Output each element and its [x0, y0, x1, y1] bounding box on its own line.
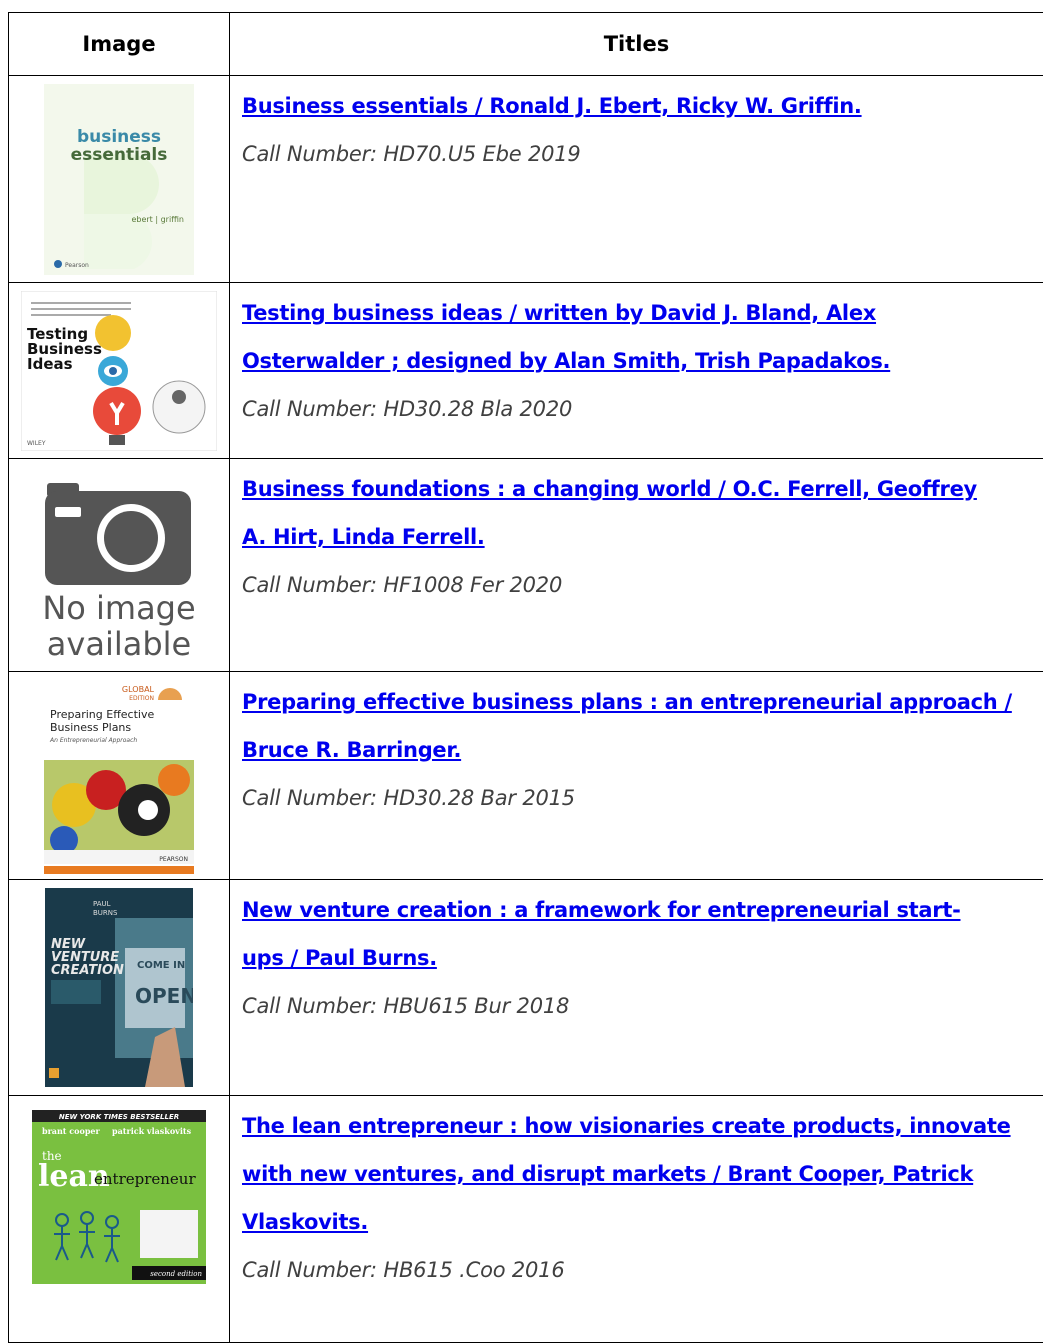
cover-text: patrick vlaskovits: [112, 1126, 192, 1136]
title-cell: Business foundations : a changing world …: [230, 459, 1043, 672]
cover-text: OPEN: [135, 984, 193, 1008]
book-title-link[interactable]: The lean entrepreneur : how visionaries …: [242, 1102, 1042, 1246]
cover-text: Ideas: [27, 355, 73, 373]
cover-cell: business essentials ebert | griffin Pear…: [9, 76, 230, 283]
book-title-link[interactable]: Business foundations : a changing world …: [242, 465, 1002, 561]
book-title-link[interactable]: New venture creation : a framework for e…: [242, 886, 982, 982]
table-row: COME IN OPEN PAUL BURNS NEW VENTURE CREA…: [9, 880, 1043, 1096]
cover-text: No image: [42, 589, 195, 627]
cover-text: Business Plans: [50, 721, 131, 734]
table-row: business essentials ebert | griffin Pear…: [9, 76, 1043, 283]
camera-icon: [45, 483, 191, 585]
cover-cell: NEW YORK TIMES BESTSELLER brant cooper p…: [9, 1096, 230, 1343]
cover-text: ebert | griffin: [131, 215, 184, 224]
book-cover-new-venture-creation[interactable]: COME IN OPEN PAUL BURNS NEW VENTURE CREA…: [45, 888, 193, 1087]
book-title-link[interactable]: Business essentials / Ronald J. Ebert, R…: [242, 94, 862, 118]
book-title-link[interactable]: Preparing effective business plans : an …: [242, 678, 1037, 774]
call-number: Call Number: HD30.28 Bar 2015: [242, 786, 575, 810]
no-image-placeholder: No image available: [19, 469, 219, 665]
cover-text: business: [77, 127, 161, 147]
book-cover-testing-business-ideas[interactable]: Testing Business Ideas WILEY: [21, 291, 217, 451]
cover-cell: No image available: [9, 459, 230, 672]
cover-text: An Entrepreneurial Approach: [49, 737, 137, 744]
cover-cell: GLOBAL EDITION Preparing Effective Busin…: [9, 672, 230, 880]
cover-text: CREATION: [51, 963, 124, 978]
book-cover-the-lean-entrepreneur[interactable]: NEW YORK TIMES BESTSELLER brant cooper p…: [32, 1110, 206, 1284]
call-number: Call Number: HB615 .Coo 2016: [242, 1258, 565, 1282]
cover-text: brant cooper: [42, 1126, 101, 1136]
book-list-table: Image Titles business essentials ebert |…: [8, 12, 1043, 1343]
book-cover-business-essentials[interactable]: business essentials ebert | griffin Pear…: [44, 84, 194, 275]
call-number: Call Number: HF1008 Fer 2020: [242, 573, 562, 597]
table-header-row: Image Titles: [9, 13, 1043, 76]
title-cell: Business essentials / Ronald J. Ebert, R…: [230, 76, 1043, 283]
table-row: GLOBAL EDITION Preparing Effective Busin…: [9, 672, 1043, 880]
cover-text: EDITION: [129, 695, 154, 702]
cover-text: Preparing Effective: [50, 708, 154, 721]
cover-text: Pearson: [65, 262, 89, 269]
call-number: Call Number: HD70.U5 Ebe 2019: [242, 142, 581, 166]
title-cell: Preparing effective business plans : an …: [230, 672, 1043, 880]
book-cover-preparing-effective-business-plans[interactable]: GLOBAL EDITION Preparing Effective Busin…: [44, 680, 194, 874]
title-cell: New venture creation : a framework for e…: [230, 880, 1043, 1096]
cover-text: second edition: [150, 1270, 202, 1278]
table-row: No image available Business foundations …: [9, 459, 1043, 672]
title-cell: Testing business ideas / written by Davi…: [230, 283, 1043, 459]
header-image: Image: [9, 13, 230, 76]
title-cell: The lean entrepreneur : how visionaries …: [230, 1096, 1043, 1343]
cover-text: entrepreneur: [94, 1170, 196, 1188]
call-number: Call Number: HBU615 Bur 2018: [242, 994, 569, 1018]
cover-text: WILEY: [27, 440, 46, 447]
table-row: NEW YORK TIMES BESTSELLER brant cooper p…: [9, 1096, 1043, 1343]
cover-cell: COME IN OPEN PAUL BURNS NEW VENTURE CREA…: [9, 880, 230, 1096]
cover-text: essentials: [71, 145, 168, 165]
book-title-link[interactable]: Testing business ideas / written by Davi…: [242, 289, 942, 385]
cover-text: PAUL: [93, 900, 111, 908]
call-number: Call Number: HD30.28 Bla 2020: [242, 397, 572, 421]
cover-text: PEARSON: [159, 856, 188, 863]
header-titles: Titles: [230, 13, 1043, 76]
cover-text: NEW YORK TIMES BESTSELLER: [59, 1113, 179, 1121]
cover-text: available: [47, 625, 191, 663]
table-row: Testing Business Ideas WILEY T: [9, 283, 1043, 459]
cover-text: BURNS: [93, 909, 118, 917]
cover-cell: Testing Business Ideas WILEY: [9, 283, 230, 459]
cover-text: COME IN: [137, 960, 185, 971]
cover-text: GLOBAL: [122, 685, 155, 694]
